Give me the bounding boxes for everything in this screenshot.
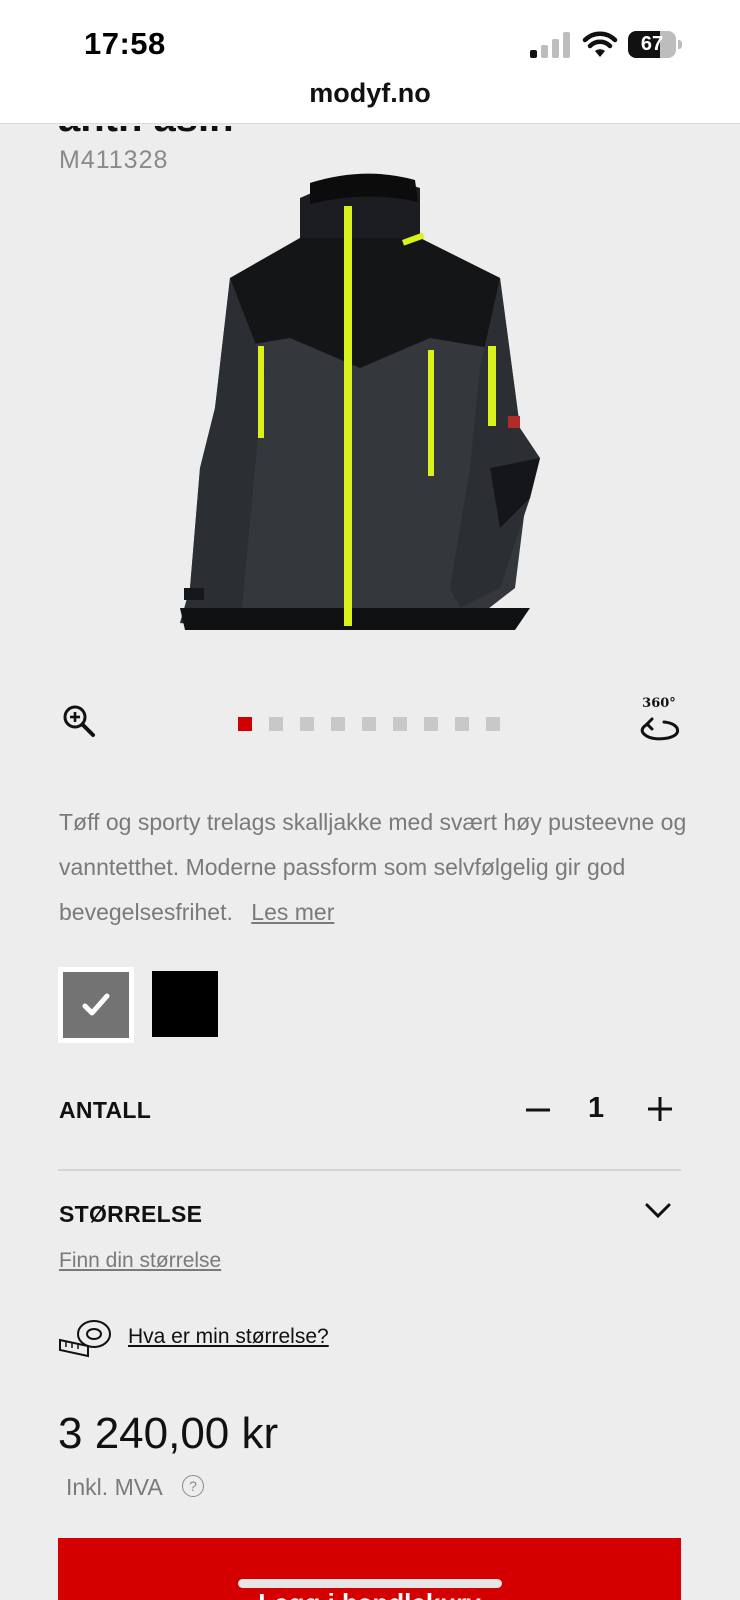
cellular-signal-icon: [530, 32, 570, 58]
product-sku: M411328: [59, 146, 169, 174]
clock: 17:58: [84, 26, 166, 61]
color-swatch-grey[interactable]: [58, 967, 134, 1043]
decrease-quantity-button[interactable]: [524, 1096, 552, 1124]
gallery-dot[interactable]: [393, 717, 407, 731]
read-more-link[interactable]: Les mer: [251, 899, 334, 925]
gallery-dot[interactable]: [455, 717, 469, 731]
chevron-down-icon[interactable]: [644, 1200, 672, 1222]
wifi-icon: [582, 31, 618, 57]
measuring-tape-icon: [59, 1320, 111, 1358]
checkmark-icon: [82, 993, 110, 1016]
find-your-size-link[interactable]: Finn din størrelse: [59, 1249, 221, 1273]
address-bar-url[interactable]: modyf.no: [0, 78, 740, 109]
product-description: Tøff og sporty trelags skalljakke med sv…: [59, 800, 699, 935]
gallery-dot[interactable]: [238, 717, 252, 731]
rotate-360-button[interactable]: 360°: [634, 696, 684, 748]
help-circle-icon[interactable]: ?: [182, 1475, 204, 1497]
gallery-dot[interactable]: [424, 717, 438, 731]
quantity-label: ANTALL: [59, 1097, 152, 1123]
status-bar: 17:58 67 modyf.no: [0, 0, 740, 124]
gallery-dot[interactable]: [486, 717, 500, 731]
product-price: 3 240,00 kr: [58, 1409, 279, 1458]
gallery-dot[interactable]: [300, 717, 314, 731]
battery-percent: 67: [640, 33, 664, 55]
add-to-cart-label: Legg i handlekurv: [58, 1588, 681, 1600]
description-text: Tøff og sporty trelags skalljakke med sv…: [59, 809, 687, 925]
increase-quantity-button[interactable]: [646, 1095, 674, 1123]
color-swatch-black[interactable]: [152, 971, 218, 1037]
divider: [58, 1169, 681, 1171]
quantity-value: 1: [588, 1092, 605, 1124]
product-image[interactable]: [170, 168, 570, 658]
product-title: anth asin: [58, 126, 458, 140]
size-help-link[interactable]: Hva er min størrelse?: [128, 1325, 329, 1349]
battery-icon: 67: [628, 31, 682, 58]
zoom-in-icon[interactable]: [62, 704, 96, 738]
gallery-dot[interactable]: [269, 717, 283, 731]
size-label: STØRRELSE: [59, 1201, 203, 1227]
gallery-pagination: [238, 717, 500, 731]
gallery-dot[interactable]: [331, 717, 345, 731]
add-to-cart-button[interactable]: Legg i handlekurv: [58, 1538, 681, 1600]
rotate-icon: [640, 717, 680, 741]
gallery-dot[interactable]: [362, 717, 376, 731]
rotate-360-label: 360°: [642, 696, 676, 711]
home-indicator: [238, 1579, 502, 1588]
vat-note: Inkl. MVA: [66, 1474, 163, 1500]
